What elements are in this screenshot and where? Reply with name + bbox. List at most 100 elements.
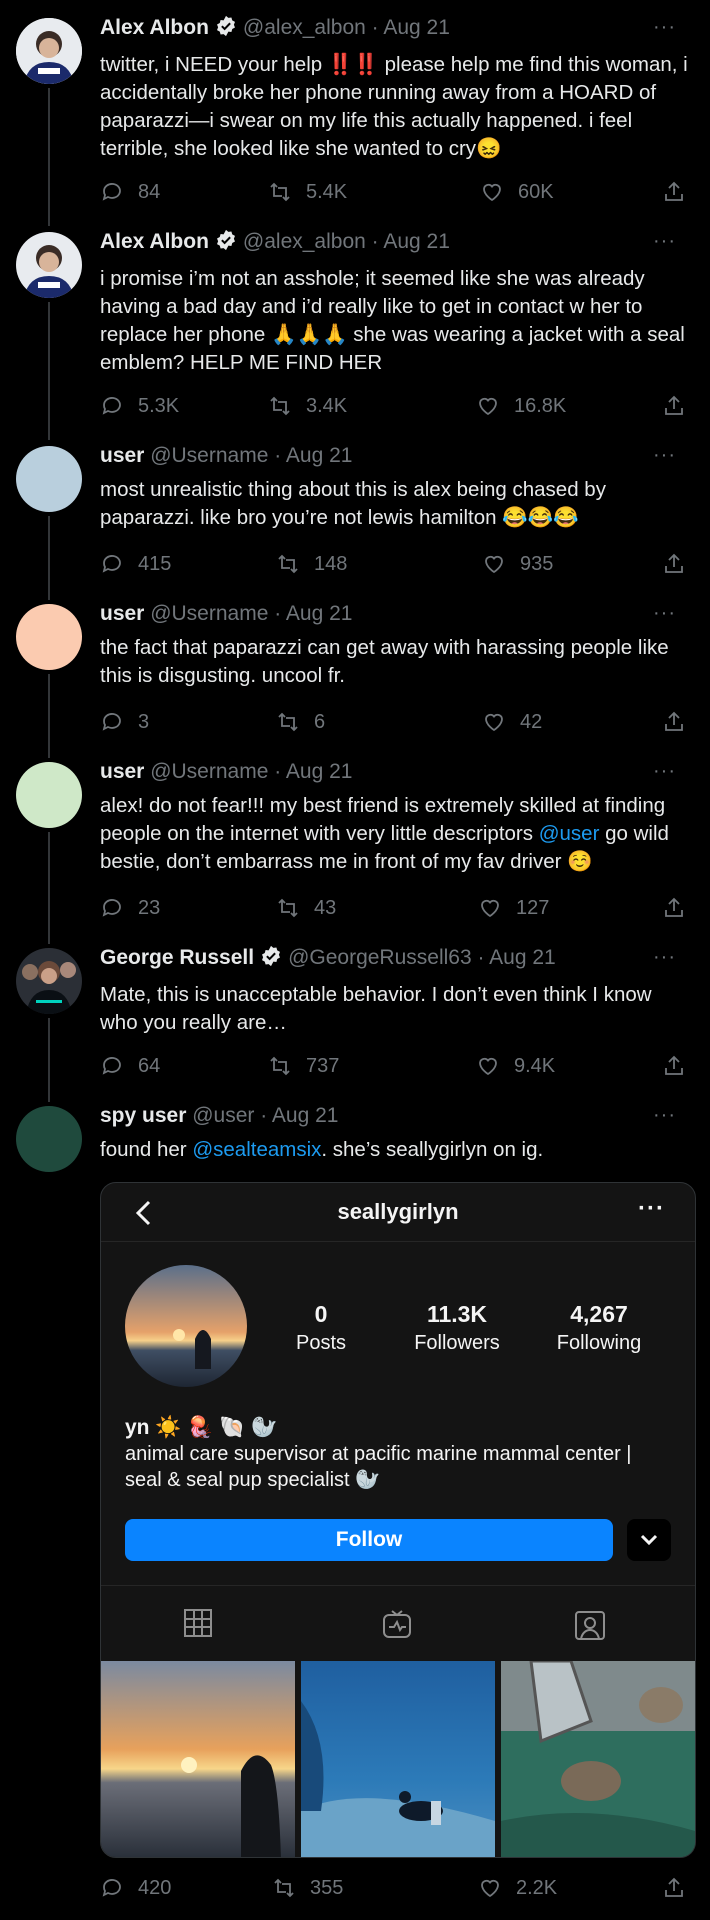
share-button[interactable]: [662, 180, 686, 204]
author-handle[interactable]: @alex_albon: [243, 16, 366, 39]
share-button[interactable]: [662, 394, 686, 418]
like-button[interactable]: 16.8K: [476, 394, 566, 418]
reply-button[interactable]: 5.3K: [100, 394, 179, 418]
reply-button[interactable]: 23: [100, 896, 160, 920]
reply-button[interactable]: 3: [100, 710, 149, 734]
author-name[interactable]: Alex Albon: [100, 230, 209, 253]
ig-following-count: 4,267: [570, 1301, 628, 1327]
like-button[interactable]: 935: [482, 552, 553, 576]
tweet-thread: Alex Albon @alex_albon · Aug 21 ··· twitt…: [0, 0, 710, 1920]
more-options-button[interactable]: ···: [653, 602, 676, 625]
like-button[interactable]: 127: [478, 896, 549, 920]
reply-button[interactable]: 64: [100, 1054, 160, 1078]
retweet-button[interactable]: 6: [276, 710, 325, 734]
more-options-button[interactable]: ···: [653, 946, 676, 969]
share-icon: [665, 711, 683, 731]
author-handle[interactable]: @Username: [150, 602, 268, 625]
avatar[interactable]: [16, 18, 82, 84]
share-button[interactable]: [662, 552, 686, 576]
reply-button[interactable]: 415: [100, 552, 171, 576]
retweet-button[interactable]: 148: [276, 552, 347, 576]
more-options-button[interactable]: ···: [653, 1104, 676, 1127]
tagged-tab-icon[interactable]: [573, 1608, 607, 1647]
author-handle[interactable]: @alex_albon: [243, 230, 366, 253]
tweet-date[interactable]: · Aug 21: [274, 444, 352, 467]
tweet[interactable]: user @Username · Aug 21 ··· the fact tha…: [0, 600, 710, 758]
share-button[interactable]: [662, 1876, 686, 1900]
author-name[interactable]: user: [100, 760, 144, 783]
share-button[interactable]: [662, 1054, 686, 1078]
tweet[interactable]: Alex Albon @alex_albon · Aug 21 ··· i pro…: [0, 228, 710, 440]
ig-following-stat[interactable]: 4,267 Following: [539, 1301, 659, 1355]
author-name[interactable]: George Russell: [100, 946, 254, 969]
tweet-text: alex! do not fear!!! my best friend is e…: [100, 794, 669, 873]
more-options-button[interactable]: ···: [653, 444, 676, 467]
avatar[interactable]: [16, 604, 82, 670]
share-icon: [665, 1877, 683, 1897]
tweet-date[interactable]: · Aug 21: [372, 16, 450, 39]
tweet-date[interactable]: · Aug 21: [372, 230, 450, 253]
tweet-text: Mate, this is unacceptable behavior. I d…: [100, 983, 652, 1034]
avatar[interactable]: [16, 762, 82, 828]
mention-link[interactable]: @user: [539, 822, 600, 845]
ig-photo-sunset[interactable]: [101, 1661, 295, 1857]
author-handle[interactable]: @GeorgeRussell63: [288, 946, 472, 969]
tweet[interactable]: Alex Albon @alex_albon · Aug 21 ··· twitt…: [0, 14, 710, 226]
avatar[interactable]: [16, 948, 82, 1014]
tweet-text: found her @sealteamsix. she’s seallygirl…: [100, 1138, 544, 1161]
author-name[interactable]: user: [100, 444, 144, 467]
tweet[interactable]: user @Username · Aug 21 ··· alex! do not…: [0, 758, 710, 944]
ig-followers-stat[interactable]: 11.3K Followers: [397, 1301, 517, 1355]
retweet-button[interactable]: 5.4K: [268, 180, 347, 204]
retweet-count: 737: [306, 1054, 340, 1077]
like-button[interactable]: 9.4K: [476, 1054, 555, 1078]
retweet-button[interactable]: 3.4K: [268, 394, 347, 418]
reply-icon: [102, 183, 121, 201]
author-name[interactable]: user: [100, 602, 144, 625]
author-name[interactable]: Alex Albon: [100, 16, 209, 39]
more-options-button[interactable]: ···: [653, 16, 676, 39]
more-options-button[interactable]: ···: [653, 230, 676, 253]
tweet[interactable]: George Russell @GeorgeRussell63 · Aug 21 …: [0, 944, 710, 1102]
author-name[interactable]: spy user: [100, 1104, 186, 1127]
tweet-date[interactable]: · Aug 21: [477, 946, 555, 969]
author-handle[interactable]: @user: [192, 1104, 254, 1127]
like-button[interactable]: 2.2K: [478, 1876, 557, 1900]
retweet-button[interactable]: 43: [276, 896, 336, 920]
mention-link[interactable]: @sealteamsix: [192, 1138, 321, 1161]
ig-photo-seal[interactable]: [501, 1661, 695, 1857]
like-count: 16.8K: [514, 394, 567, 417]
tweet-text: the fact that paparazzi can get away wit…: [100, 636, 669, 687]
tweet[interactable]: user @Username · Aug 21 ··· most unreali…: [0, 442, 710, 600]
like-button[interactable]: 42: [482, 710, 542, 734]
ig-photo-diver[interactable]: [301, 1661, 495, 1857]
tweet-actions: 84 5.4K 60K: [0, 180, 710, 208]
like-button[interactable]: 60K: [480, 180, 554, 204]
tweet-date[interactable]: · Aug 21: [274, 760, 352, 783]
avatar[interactable]: [16, 1106, 82, 1172]
follow-button[interactable]: Follow: [125, 1519, 613, 1561]
ig-more-button[interactable]: ···: [638, 1195, 665, 1223]
avatar[interactable]: [16, 232, 82, 298]
reply-icon: [102, 555, 121, 573]
reply-count: 420: [138, 1876, 172, 1899]
tweet-date[interactable]: · Aug 21: [274, 602, 352, 625]
retweet-button[interactable]: 737: [268, 1054, 339, 1078]
author-handle[interactable]: @Username: [150, 760, 268, 783]
reply-button[interactable]: 420: [100, 1876, 171, 1900]
share-button[interactable]: [662, 710, 686, 734]
share-button[interactable]: [662, 896, 686, 920]
author-handle[interactable]: @Username: [150, 444, 268, 467]
instagram-profile-card[interactable]: seallygirlyn ··· 0 Posts 11.3K Followers…: [100, 1182, 696, 1858]
reply-button[interactable]: 84: [100, 180, 160, 204]
tweet-actions: 5.3K 3.4K 16.8K: [0, 394, 710, 422]
avatar[interactable]: [16, 446, 82, 512]
igtv-tab-icon[interactable]: [381, 1608, 413, 1645]
retweet-button[interactable]: 355: [272, 1876, 343, 1900]
more-options-button[interactable]: ···: [653, 760, 676, 783]
tweet-date[interactable]: · Aug 21: [260, 1104, 338, 1127]
ig-posts-stat[interactable]: 0 Posts: [271, 1301, 371, 1355]
grid-tab-icon[interactable]: [183, 1608, 213, 1643]
ig-posts-label: Posts: [295, 1332, 347, 1354]
suggested-dropdown-button[interactable]: [627, 1519, 671, 1561]
